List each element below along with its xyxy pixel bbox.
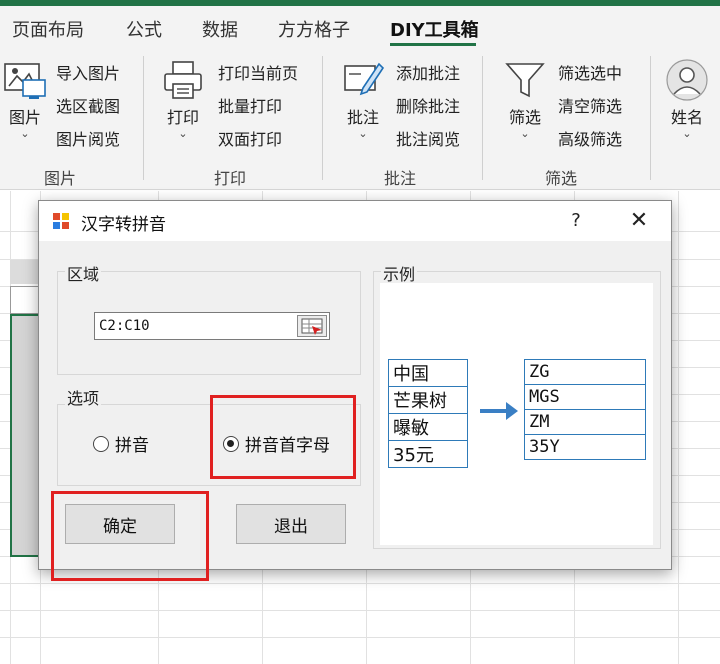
chevron-down-icon: ⌄ [682, 127, 692, 140]
group-divider [143, 56, 144, 180]
print-group-label: 打印 [214, 169, 247, 188]
screenshot-selection-button[interactable]: 选区截图 [56, 93, 120, 117]
example-group-label: 示例 [381, 261, 418, 285]
comment-browse-button[interactable]: 批注阅览 [396, 126, 460, 150]
chevron-down-icon: ⌄ [520, 127, 530, 140]
filter-button-label: 筛选 [508, 108, 541, 127]
example-result-cell: ZG [524, 359, 646, 385]
pencil-comment-icon [341, 58, 385, 102]
tab-fangfang[interactable]: 方方格子 [278, 16, 350, 42]
example-panel: 中国 芒果树 曝敏 35元 ZG MGS ZM 35Y [380, 283, 653, 545]
chevron-down-icon: ⌄ [358, 127, 368, 140]
ribbon-tab-bar: 页面布局 公式 数据 方方格子 DIY工具箱 [0, 6, 720, 46]
grid-line [0, 583, 720, 584]
radio-circle [93, 435, 109, 452]
header-cell[interactable] [10, 286, 40, 314]
tab-page-layout[interactable]: 页面布局 [12, 16, 84, 42]
comment-group-label: 批注 [384, 169, 417, 188]
tab-formulas[interactable]: 公式 [126, 16, 162, 42]
picture-button[interactable]: 图片 ⌄ [0, 58, 50, 140]
add-comment-button[interactable]: 添加批注 [396, 60, 460, 84]
radio-pinyin-label: 拼音 [115, 436, 149, 456]
example-source-cell: 35元 [388, 440, 468, 468]
dialog-title-bar[interactable]: 汉字转拼音 ? ✕ [39, 201, 671, 241]
comment-button[interactable]: 批注 ⌄ [338, 58, 388, 140]
import-picture-button[interactable]: 导入图片 [56, 60, 120, 84]
group-divider [482, 56, 483, 180]
funnel-icon [503, 58, 547, 102]
name-button-label: 姓名 [670, 108, 703, 127]
range-input[interactable]: C2:C10 [94, 312, 330, 340]
example-result-cell: ZM [524, 409, 646, 435]
print-current-page-button[interactable]: 打印当前页 [218, 60, 298, 84]
group-divider [650, 56, 651, 180]
example-result-cell: 35Y [524, 434, 646, 460]
picture-browse-button[interactable]: 图片阅览 [56, 126, 120, 150]
name-button[interactable]: 姓名 ⌄ [662, 58, 712, 140]
example-result-cell: MGS [524, 384, 646, 410]
clear-filter-button[interactable]: 清空筛选 [558, 93, 622, 117]
print-button-label: 打印 [166, 108, 199, 127]
filter-selected-button[interactable]: 筛选选中 [558, 60, 622, 84]
highlight-initials-option [210, 395, 356, 479]
app-icon [52, 212, 70, 230]
range-input-value: C2:C10 [99, 318, 150, 334]
batch-print-button[interactable]: 批量打印 [218, 93, 282, 117]
filter-group-label: 筛选 [545, 169, 578, 188]
chevron-down-icon: ⌄ [178, 127, 188, 140]
help-icon[interactable]: ? [563, 208, 589, 234]
picture-button-label: 图片 [8, 108, 41, 127]
example-source-cell: 中国 [388, 359, 468, 387]
tab-diy-toolbox[interactable]: DIY工具箱 [390, 16, 479, 42]
exit-button[interactable]: 退出 [236, 504, 346, 544]
grid-line [0, 610, 720, 611]
selected-range[interactable] [10, 314, 40, 557]
comment-button-label: 批注 [346, 108, 379, 127]
person-icon [665, 58, 709, 102]
column-header[interactable] [10, 260, 40, 284]
dialog-title: 汉字转拼音 [81, 215, 166, 235]
radio-pinyin[interactable]: 拼音 [93, 431, 149, 456]
filter-button[interactable]: 筛选 ⌄ [500, 58, 550, 140]
example-result-table: ZG MGS ZM 35Y [524, 359, 646, 460]
region-group-label: 区域 [65, 261, 102, 285]
advanced-filter-button[interactable]: 高级筛选 [558, 126, 622, 150]
close-icon[interactable]: ✕ [625, 208, 653, 234]
ribbon-panel: 图片 ⌄ 导入图片 选区截图 图片阅览 图片 打印 ⌄ 打印当前页 批量打印 双… [0, 46, 720, 190]
grid-line [0, 637, 720, 638]
print-button[interactable]: 打印 ⌄ [158, 58, 208, 140]
chevron-down-icon: ⌄ [20, 127, 30, 140]
exit-button-label: 退出 [274, 516, 308, 537]
picture-group-label: 图片 [44, 169, 77, 188]
example-source-table: 中国 芒果树 曝敏 35元 [388, 359, 468, 468]
options-group-label: 选项 [65, 385, 102, 409]
picture-icon [3, 58, 47, 102]
printer-icon [161, 58, 205, 102]
highlight-ok-button [51, 491, 209, 581]
example-source-cell: 曝敏 [388, 413, 468, 441]
duplex-print-button[interactable]: 双面打印 [218, 126, 282, 150]
delete-comment-button[interactable]: 删除批注 [396, 93, 460, 117]
range-picker-icon[interactable] [297, 315, 327, 337]
example-source-cell: 芒果树 [388, 386, 468, 414]
arrow-right-icon [478, 399, 520, 427]
group-divider [322, 56, 323, 180]
grid-line [678, 191, 679, 664]
tab-data[interactable]: 数据 [202, 16, 238, 42]
